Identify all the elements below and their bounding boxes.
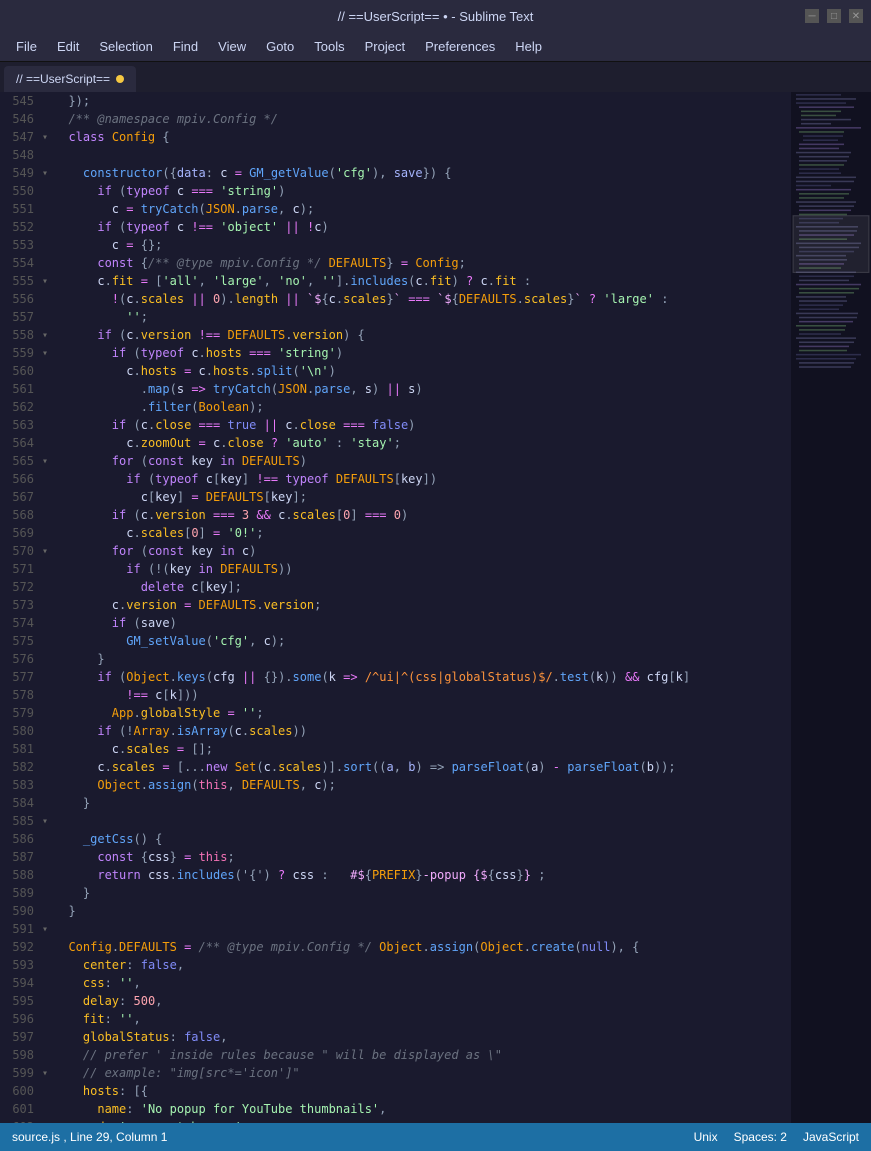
status-language: JavaScript (803, 1130, 859, 1144)
minimize-button[interactable]: ─ (805, 9, 819, 23)
code-line-567: c[key] = DEFAULTS[key]; (54, 488, 791, 506)
code-line-545: }); (54, 92, 791, 110)
tab-modified-indicator (116, 75, 124, 83)
code-line-598: // example: "img[src*='icon']" (54, 1064, 791, 1082)
code-line-559: if (typeof c.hosts === 'string') (54, 344, 791, 362)
menu-view[interactable]: View (210, 35, 254, 58)
code-line-571: if (!(key in DEFAULTS)) (54, 560, 791, 578)
code-line-551: c = tryCatch(JSON.parse, c); (54, 200, 791, 218)
code-line-583: } (54, 794, 791, 812)
code-line-573: c.version = DEFAULTS.version; (54, 596, 791, 614)
code-line-582: Object.assign(this, DEFAULTS, c); (54, 776, 791, 794)
maximize-button[interactable]: □ (827, 9, 841, 23)
code-line-577b: !== c[k])) (54, 686, 791, 704)
code-line-553: c = {}; (54, 236, 791, 254)
code-line-577: if (Object.keys(cfg || {}).some(k => /^u… (54, 668, 791, 686)
code-line-576: } (54, 650, 791, 668)
code-line-593: css: '', (54, 974, 791, 992)
code-line-568: if (c.version === 3 && c.scales[0] === 0… (54, 506, 791, 524)
code-line-564: c.zoomOut = c.close ? 'auto' : 'stay'; (54, 434, 791, 452)
code-line-570: for (const key in c) (54, 542, 791, 560)
status-file-info: source.js , Line 29, Column 1 (12, 1130, 167, 1144)
code-line-555: c.fit = ['all', 'large', 'no', ''].inclu… (54, 272, 791, 290)
menubar: File Edit Selection Find View Goto Tools… (0, 32, 871, 62)
tabbar: // ==UserScript== (0, 62, 871, 92)
menu-project[interactable]: Project (357, 35, 413, 58)
code-line-590 (54, 920, 791, 938)
code-line-554: const {/** @type mpiv.Config */ DEFAULTS… (54, 254, 791, 272)
code-line-585: _getCss() { (54, 830, 791, 848)
code-line-580: c.scales = []; (54, 740, 791, 758)
code-line-552: if (typeof c !== 'object' || !c) (54, 218, 791, 236)
code-line-561: .map(s => tryCatch(JSON.parse, s) || s) (54, 380, 791, 398)
menu-goto[interactable]: Goto (258, 35, 302, 58)
code-line-588: } (54, 884, 791, 902)
code-line-556: !(c.scales || 0).length || `${c.scales}`… (54, 290, 791, 308)
code-line-578: App.globalStyle = ''; (54, 704, 791, 722)
code-line-596: globalStatus: false, (54, 1028, 791, 1046)
code-line-566: if (typeof c[key] !== typeof DEFAULTS[ke… (54, 470, 791, 488)
minimap[interactable] (791, 92, 871, 1123)
code-line-586: const {css} = this; (54, 848, 791, 866)
code-line-572: delete c[key]; (54, 578, 791, 596)
menu-find[interactable]: Find (165, 35, 206, 58)
code-line-587: return css.includes('{') ? css : #${PREF… (54, 866, 791, 884)
code-line-581: c.scales = [...new Set(c.scales)].sort((… (54, 758, 791, 776)
titlebar-title: // ==UserScript== • - Sublime Text (338, 9, 534, 24)
titlebar: // ==UserScript== • - Sublime Text ─ □ ✕ (0, 0, 871, 32)
code-line-549: constructor({data: c = GM_getValue('cfg'… (54, 164, 791, 182)
tab-userscript[interactable]: // ==UserScript== (4, 66, 136, 92)
code-line-563: if (c.close === true || c.close === fals… (54, 416, 791, 434)
code-line-562: .filter(Boolean); (54, 398, 791, 416)
line-gutter: 545 546 547▾ 548 549▾ 550 551 552 553 55… (0, 92, 50, 1123)
minimap-content (791, 92, 871, 1123)
close-button[interactable]: ✕ (849, 9, 863, 23)
code-line-584 (54, 812, 791, 830)
statusbar: source.js , Line 29, Column 1 Unix Space… (0, 1123, 871, 1151)
code-line-600: name: 'No popup for YouTube thumbnails', (54, 1100, 791, 1118)
code-line-591: Config.DEFAULTS = /** @type mpiv.Config … (54, 938, 791, 956)
code-line-557: ''; (54, 308, 791, 326)
window-controls: ─ □ ✕ (805, 9, 863, 23)
code-area[interactable]: }); /** @namespace mpiv.Config */ class … (50, 92, 791, 1123)
code-line-594: delay: 500, (54, 992, 791, 1010)
menu-help[interactable]: Help (507, 35, 550, 58)
tab-label: // ==UserScript== (16, 72, 110, 86)
code-line-546: /** @namespace mpiv.Config */ (54, 110, 791, 128)
code-line-595: fit: '', (54, 1010, 791, 1028)
code-line-589: } (54, 902, 791, 920)
code-line-575: GM_setValue('cfg', c); (54, 632, 791, 650)
status-spaces: Spaces: 2 (734, 1130, 787, 1144)
code-line-560: c.hosts = c.hosts.split('\n') (54, 362, 791, 380)
code-line-597: // prefer ' inside rules because " will … (54, 1046, 791, 1064)
code-line-565: for (const key in DEFAULTS) (54, 452, 791, 470)
menu-tools[interactable]: Tools (306, 35, 352, 58)
menu-file[interactable]: File (8, 35, 45, 58)
menu-preferences[interactable]: Preferences (417, 35, 503, 58)
code-line-579: if (!Array.isArray(c.scales)) (54, 722, 791, 740)
editor: 545 546 547▾ 548 549▾ 550 551 552 553 55… (0, 92, 871, 1123)
code-line-547: class Config { (54, 128, 791, 146)
code-line-599: hosts: [{ (54, 1082, 791, 1100)
code-line-550: if (typeof c === 'string') (54, 182, 791, 200)
status-line-ending: Unix (694, 1130, 718, 1144)
menu-edit[interactable]: Edit (49, 35, 87, 58)
code-line-574: if (save) (54, 614, 791, 632)
code-line-592: center: false, (54, 956, 791, 974)
code-line-558: if (c.version !== DEFAULTS.version) { (54, 326, 791, 344)
code-line-548 (54, 146, 791, 164)
menu-selection[interactable]: Selection (91, 35, 160, 58)
code-line-569: c.scales[0] = '0!'; (54, 524, 791, 542)
